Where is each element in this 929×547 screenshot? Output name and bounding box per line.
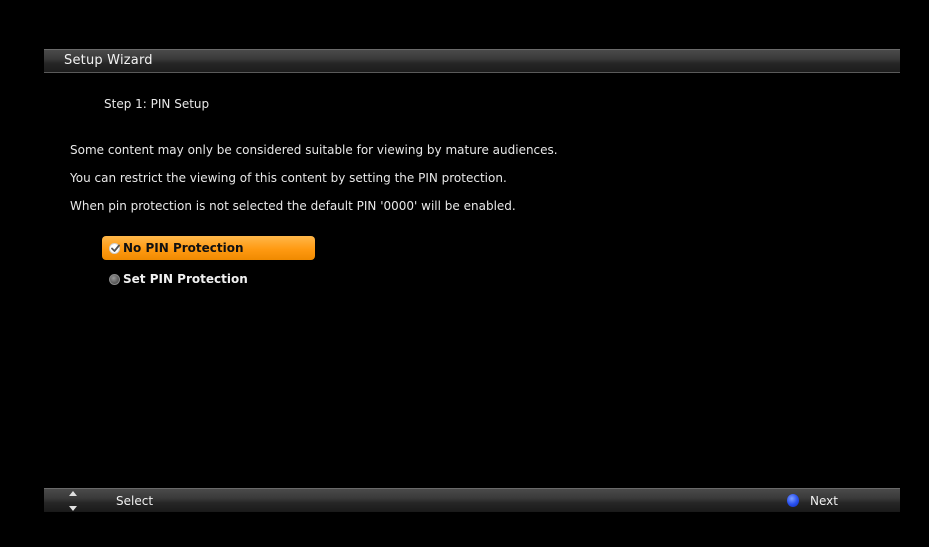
description-line-1: Some content may only be considered suit… [70,143,558,157]
step-title: Step 1: PIN Setup [104,97,210,111]
option-label: No PIN Protection [123,241,244,255]
description-line-2: You can restrict the viewing of this con… [70,171,507,185]
footer-bar: Select Next [44,488,900,512]
select-hint-label: Select [116,494,154,508]
window-title: Setup Wizard [64,53,153,68]
description-line-3: When pin protection is not selected the … [70,199,516,213]
blue-button-icon[interactable] [787,494,799,507]
checked-radio-icon [109,242,120,254]
next-button-label[interactable]: Next [810,494,838,508]
up-down-arrows-icon [69,491,77,511]
option-label: Set PIN Protection [123,272,248,286]
unchecked-radio-icon [109,273,120,285]
option-no-pin-protection[interactable]: No PIN Protection [102,236,315,260]
title-bar: Setup Wizard [44,49,900,73]
option-set-pin-protection[interactable]: Set PIN Protection [102,267,315,291]
setup-wizard-screen: Setup Wizard Step 1: PIN Setup Some cont… [0,0,929,547]
